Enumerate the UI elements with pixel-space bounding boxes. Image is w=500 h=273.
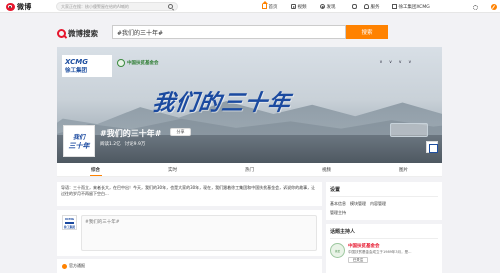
- banner-birds: v v v v: [379, 59, 414, 64]
- nav-home[interactable]: 首页: [262, 1, 278, 11]
- composer-avatar-bar: [65, 221, 74, 224]
- top-search-input[interactable]: [61, 4, 168, 9]
- banner-headline: 我们的三十年: [150, 90, 293, 116]
- settings-panel: 设置 基本信息 模块管理 内容管理 管理主持: [326, 182, 442, 220]
- tab-images[interactable]: 图片: [365, 163, 442, 176]
- composer-avatar: XCMG 徐工集团: [62, 215, 77, 230]
- settings-gear-icon[interactable]: [473, 5, 478, 10]
- topic-reads: 阅读1.2亿: [100, 142, 121, 147]
- nav-game[interactable]: [352, 2, 357, 11]
- banner-water: [57, 135, 442, 163]
- tab-hot[interactable]: 热门: [211, 163, 288, 176]
- main-search-box[interactable]: [112, 25, 346, 39]
- nav-profile-label: 徐工集团XCMG: [398, 4, 430, 10]
- nav-service[interactable]: 服务: [364, 2, 380, 11]
- host-avatar[interactable]: 扶贫: [330, 243, 345, 258]
- settings-header: 设置: [330, 186, 438, 197]
- xcmg-logo-cn: 徐工集团: [65, 68, 88, 74]
- nav-home-label: 首页: [268, 4, 278, 10]
- topic-discussions: 讨论9.9万: [124, 142, 146, 147]
- topic-avatar: 我们 三十年: [63, 125, 95, 157]
- composer-textarea[interactable]: [85, 219, 313, 247]
- settings-link-modules[interactable]: 模块管理: [350, 201, 366, 207]
- host-header: 话题主持人: [330, 228, 438, 239]
- search-logo-text: 微博搜索: [68, 28, 98, 38]
- main-search-input[interactable]: [117, 28, 341, 36]
- host-name[interactable]: 中国扶贫基金会: [348, 243, 438, 249]
- user-icon: [364, 4, 369, 9]
- post-composer: XCMG 徐工集团: [57, 210, 322, 256]
- share-button[interactable]: 分享: [170, 128, 191, 136]
- settings-link-hosts[interactable]: 管理主持: [330, 210, 346, 216]
- search-icon[interactable]: [168, 4, 173, 9]
- tab-comprehensive[interactable]: 综合: [57, 163, 134, 176]
- tab-video[interactable]: 视频: [288, 163, 365, 176]
- topic-stats: 阅读1.2亿 讨论9.9万: [100, 141, 145, 147]
- qr-code-icon: [426, 141, 438, 153]
- official-notice[interactable]: 官方通报: [57, 259, 322, 273]
- host-info: 中国扶贫基金会 中国扶贫基金会成立于1989年3月，是... 已关注: [348, 243, 438, 263]
- xcmg-logo: XCMG 徐工集团: [62, 55, 112, 77]
- home-icon: [262, 1, 268, 9]
- xcmg-logo-en: XCMG: [65, 58, 88, 66]
- topic-title: #我们的三十年#: [100, 129, 162, 138]
- game-icon: [352, 4, 357, 9]
- nav-service-label: 服务: [370, 4, 380, 10]
- weibo-search-logo[interactable]: 微博搜索: [57, 28, 98, 38]
- composer-textarea-box[interactable]: [81, 215, 317, 251]
- topic-intro: 导语：三十而立，来者长大，在巴中出！今天，我们的30年，也是大家的30年，现在，…: [57, 182, 322, 206]
- nav-discover[interactable]: 发现: [320, 2, 336, 11]
- fund-seal-icon: [117, 59, 125, 67]
- settings-link-basic-info[interactable]: 基本信息: [330, 201, 346, 207]
- compose-pen-icon[interactable]: [490, 3, 497, 10]
- topic-avatar-line2: 三十年: [68, 141, 90, 150]
- nav-discover-label: 发现: [326, 4, 336, 10]
- topic-tabs: 综合 实时 热门 视频 图片: [57, 163, 442, 177]
- host-description: 中国扶贫基金会成立于1989年3月，是...: [348, 250, 412, 254]
- tab-realtime[interactable]: 实时: [134, 163, 211, 176]
- topic-host-panel: 话题主持人 扶贫 中国扶贫基金会 中国扶贫基金会成立于1989年3月，是... …: [326, 224, 442, 273]
- nav-profile[interactable]: 徐工集团XCMG: [392, 2, 430, 11]
- composer-avatar-bottom: 徐工集团: [63, 224, 76, 229]
- top-search-box[interactable]: [56, 2, 178, 11]
- settings-link-content[interactable]: 内容管理: [370, 201, 386, 207]
- official-notice-icon: [62, 263, 67, 269]
- discover-icon: [320, 4, 325, 9]
- search-logo-icon: [57, 28, 66, 38]
- host-follow-button[interactable]: 已关注: [348, 257, 368, 263]
- video-icon: [291, 4, 296, 9]
- nav-video[interactable]: 视频: [291, 2, 307, 11]
- mail-icon: [392, 4, 397, 9]
- settings-links: 基本信息 模块管理 内容管理 管理主持: [330, 201, 438, 216]
- host-avatar-text: 扶贫: [334, 249, 340, 253]
- weibo-logo-text: 微博: [17, 2, 32, 11]
- nav-video-label: 视频: [297, 4, 307, 10]
- banner-stamp: [390, 123, 428, 137]
- weibo-logo[interactable]: 微博: [6, 2, 32, 11]
- weibo-eye-icon: [6, 2, 15, 11]
- composer-avatar-top: XCMG: [64, 216, 75, 221]
- official-notice-label: 官方通报: [69, 263, 85, 268]
- host-row: 扶贫 中国扶贫基金会 中国扶贫基金会成立于1989年3月，是... 已关注: [330, 243, 438, 263]
- search-button[interactable]: 搜索: [346, 25, 388, 39]
- poverty-fund-logo: 中国扶贫基金会: [117, 59, 159, 67]
- fund-name: 中国扶贫基金会: [127, 61, 159, 66]
- topic-avatar-line1: 我们: [72, 133, 85, 141]
